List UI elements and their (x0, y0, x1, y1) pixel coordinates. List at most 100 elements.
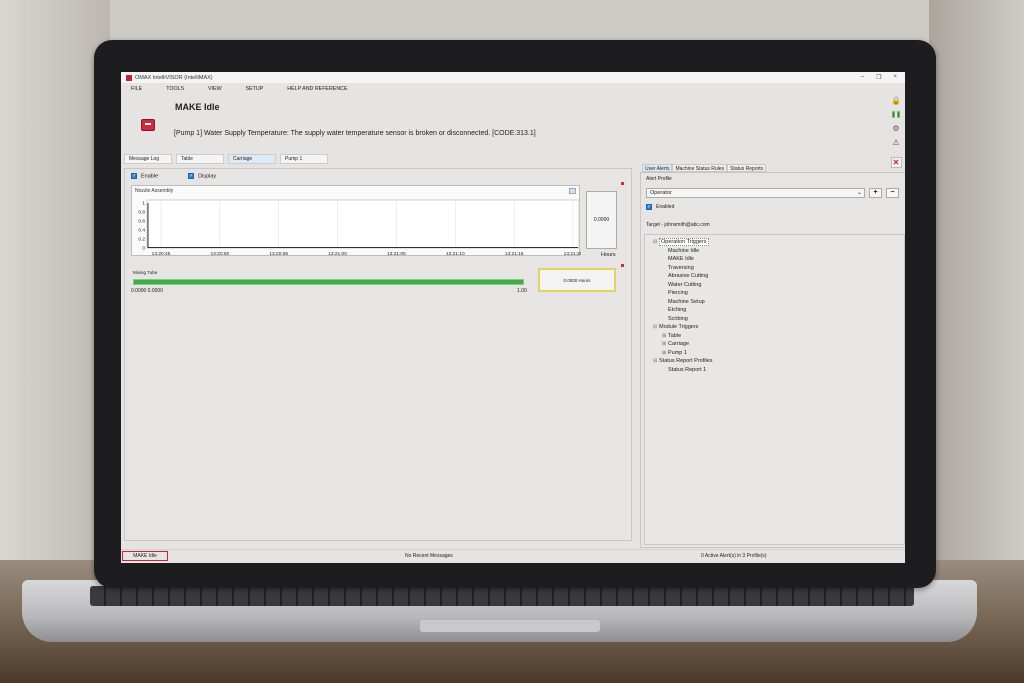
tree-item[interactable]: ⊟ Status Report Profiles (645, 357, 904, 366)
app-window: OMAX IntelliVISOR (IntelliMAX) – ❐ × FIL… (121, 72, 905, 563)
right-toolbar: 🔒 ❚❚ ⚙ ⚠ ✕ (889, 95, 903, 168)
y-tick-label: 1 (142, 201, 145, 207)
tab-status-reports[interactable]: Status Reports (727, 164, 767, 172)
tree-item[interactable]: ⊟ Module Triggers (645, 323, 904, 332)
y-tick-label: 0.2 (138, 237, 145, 243)
enabled-checkbox[interactable]: Enabled (646, 204, 674, 210)
tree-item[interactable]: Machine Idle (645, 247, 904, 256)
y-tick-label: 0 (142, 246, 145, 252)
tree-item[interactable]: ⊟ Operation Triggers (645, 238, 904, 247)
tab-pump-1[interactable]: Pump 1 (280, 154, 328, 164)
warning-icon[interactable]: ⚠ (891, 137, 902, 148)
machine-status-area: MAKE Idle [Pump 1] Water Supply Temperat… (121, 94, 905, 152)
tree-item-label: Carriage (668, 341, 690, 347)
chart-title: Nozzle Assembly (135, 188, 174, 194)
profile-select-value: Operator (650, 190, 672, 196)
menu-help[interactable]: HELP AND REFERENCE (287, 86, 347, 92)
stop-status-icon[interactable] (141, 119, 155, 131)
x-tick-label: 13:21:10 (446, 251, 465, 257)
tree-item[interactable]: Scribing (645, 315, 904, 324)
x-tick-label: 13:20:45 (152, 251, 171, 257)
checkbox-icon (646, 204, 652, 210)
progress-track (133, 279, 524, 285)
tab-carriage[interactable]: Carriage (228, 154, 276, 164)
tree-item[interactable]: Machine Setup (645, 298, 904, 307)
tree-item-label: Status Report Profiles (659, 358, 713, 364)
x-tick-label: 13:21:15 (505, 251, 524, 257)
progress-values: 0.0000 0.0000 (131, 288, 163, 294)
menu-setup[interactable]: SETUP (246, 86, 264, 92)
minimize-button[interactable]: – (861, 74, 864, 81)
status-bar-alerts: 0 Active Alert(s) in 3 Profile(s) (701, 553, 767, 559)
hours-box: 0.0000 Hours (538, 268, 616, 292)
red-marker (621, 182, 624, 185)
close-x-icon[interactable]: ✕ (890, 157, 902, 168)
checkbox-icon (188, 173, 195, 179)
menu-view[interactable]: VIEW (208, 86, 222, 92)
add-profile-button[interactable]: + (869, 188, 882, 198)
checkbox-row: Enable Display (131, 173, 216, 179)
checkbox-icon (131, 173, 137, 179)
tree-item-label: Table (668, 332, 682, 339)
alert-tabs: User Alerts Machine Status Rules Status … (642, 164, 767, 172)
status-bar: MAKE Idle No Recent Messages 0 Active Al… (121, 549, 905, 563)
red-marker (621, 264, 624, 267)
display-label: Display (198, 173, 217, 180)
profile-select[interactable]: Operator ⌄ (646, 188, 865, 198)
chevron-down-icon: ⌄ (856, 190, 862, 196)
tree-item[interactable]: ⊞ Pump 1 (645, 349, 904, 358)
user-alerts-panel: Alert Profile Operator ⌄ + − Enabled Tar… (640, 172, 905, 548)
side-unit-label: Hours (601, 252, 616, 258)
tree-item[interactable]: Abrasive Cutting (645, 272, 904, 281)
enable-label: Enable (141, 173, 159, 180)
status-title: MAKE Idle (175, 102, 220, 112)
carriage-panel: Enable Display 13:20:45 13:20:50 13:20:55 1… (124, 168, 632, 541)
tree-item[interactable]: Etching (645, 306, 904, 315)
status-message: [Pump 1] Water Supply Temperature: The s… (174, 130, 536, 137)
pause-icon[interactable]: ❚❚ (891, 109, 902, 120)
tree-item[interactable]: Piercing (645, 289, 904, 298)
window-title: OMAX IntelliVISOR (IntelliMAX) (135, 74, 213, 81)
window-controls: – ❐ × (861, 74, 905, 81)
gear-icon[interactable]: ⚙ (891, 123, 902, 134)
tree-item-label: Pump 1 (668, 349, 687, 356)
tree-item-label: Water Cutting (668, 281, 702, 288)
menu-file[interactable]: FILE (131, 86, 142, 92)
app-logo-icon (126, 74, 132, 81)
nozzle-chart: 13:20:45 13:20:50 13:20:55 13:21:00 13:21:05… (131, 185, 581, 257)
tree-item[interactable]: ⊞ Table (645, 332, 904, 341)
display-checkbox[interactable]: Display (188, 173, 216, 179)
enable-checkbox[interactable]: Enable (131, 173, 158, 179)
y-tick-label: 0.4 (138, 228, 145, 234)
tab-message-log[interactable]: Message Log (124, 154, 172, 164)
close-button[interactable]: × (893, 74, 897, 81)
status-bar-state[interactable]: MAKE Idle (122, 551, 168, 561)
y-tick-label: 0.8 (138, 210, 145, 216)
tree-item[interactable]: Status Report 1 (645, 366, 904, 375)
alert-profile-label: Alert Profile (646, 176, 672, 182)
tab-user-alerts[interactable]: User Alerts (642, 164, 673, 172)
restore-button[interactable]: ❐ (876, 74, 881, 81)
chart-menu-button[interactable] (569, 188, 576, 194)
title-bar: OMAX IntelliVISOR (IntelliMAX) – ❐ × (121, 72, 905, 83)
x-tick-label: 13:20:50 (211, 251, 230, 257)
module-tabs: Message Log Table Carriage Pump 1 (124, 154, 328, 164)
laptop-trackpad (420, 620, 600, 632)
tree-item-label: Module Triggers (659, 324, 699, 330)
tree-item-label: Operation Triggers (659, 238, 709, 246)
tab-table[interactable]: Table (176, 154, 224, 164)
menu-tools[interactable]: TOOLS (166, 86, 184, 92)
progress-fill (134, 280, 523, 284)
side-value-box: 0.0000 (586, 191, 617, 249)
lock-icon[interactable]: 🔒 (891, 95, 902, 106)
tree-item[interactable]: MAKE Idle (645, 255, 904, 264)
tab-machine-status-rules[interactable]: Machine Status Rules (672, 164, 728, 172)
tree-item[interactable]: Water Cutting (645, 281, 904, 290)
tree-item-label: Status Report 1 (668, 366, 707, 373)
remove-profile-button[interactable]: − (886, 188, 899, 198)
x-tick-label: 13:20:55 (269, 251, 288, 257)
tree-item[interactable]: Traversing (645, 264, 904, 273)
tree-item[interactable]: ⊞ Carriage (645, 340, 904, 349)
tree-item-label: Piercing (668, 290, 688, 296)
tree-item-label: Etching (668, 307, 687, 313)
